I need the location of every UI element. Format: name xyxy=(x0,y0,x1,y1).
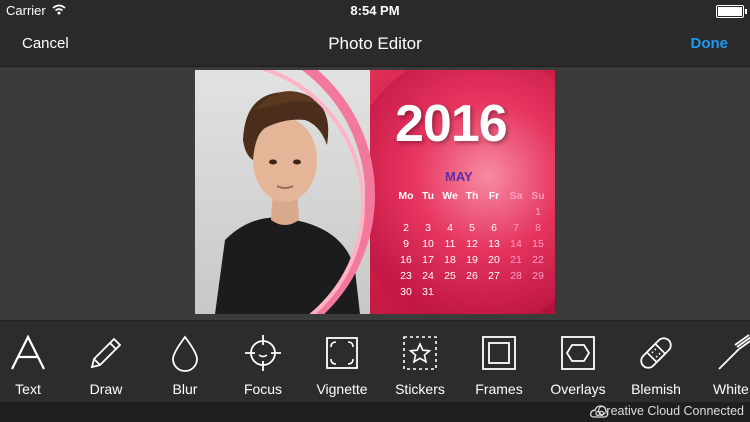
calendar-week-row: 23 24 25 26 27 28 29 xyxy=(395,270,551,286)
pencil-icon xyxy=(90,337,122,369)
calendar-day: 1 xyxy=(535,206,541,218)
calendar-week-row: 2 3 4 5 6 7 8 xyxy=(395,222,551,238)
battery-icon xyxy=(716,5,747,18)
calendar-month: MAY xyxy=(445,169,473,184)
weekday-label: We xyxy=(442,190,458,202)
calendar-day: 27 xyxy=(488,270,500,282)
calendar-day: 3 xyxy=(425,222,431,234)
tool-blemish[interactable]: Blemish xyxy=(616,321,696,403)
calendar-day: 16 xyxy=(400,254,412,266)
calendar-week-row: 9 10 11 12 13 14 15 xyxy=(395,238,551,254)
calendar-day: 7 xyxy=(513,222,519,234)
tool-blur[interactable]: Blur xyxy=(145,321,225,403)
calendar-day: 24 xyxy=(422,270,434,282)
tool-label: Vignette xyxy=(316,381,368,397)
tool-label: Blemish xyxy=(631,381,681,397)
tool-label: Text xyxy=(15,381,41,397)
weekday-label: Tu xyxy=(421,190,435,202)
calendar-day: 4 xyxy=(447,222,453,234)
calendar-day: 10 xyxy=(422,238,434,250)
calendar-day: 5 xyxy=(469,222,475,234)
text-icon xyxy=(11,334,45,370)
calendar-day: 8 xyxy=(535,222,541,234)
calendar-day: 14 xyxy=(510,238,522,250)
calendar-day: 17 xyxy=(422,254,434,266)
weekday-label: Sa xyxy=(509,190,523,202)
tool-draw[interactable]: Draw xyxy=(66,321,146,403)
calendar-day: 2 xyxy=(403,222,409,234)
calendar-year: 2016 xyxy=(395,95,508,153)
weekday-label: Th xyxy=(465,190,479,202)
crosshair-icon xyxy=(245,335,281,371)
calendar-week-row: 16 17 18 19 20 21 22 xyxy=(395,254,551,270)
calendar-day: 23 xyxy=(400,270,412,282)
calendar-day: 26 xyxy=(466,270,478,282)
drop-icon xyxy=(172,335,198,372)
vignette-icon xyxy=(326,337,358,369)
tool-label: Focus xyxy=(243,381,283,397)
calendar-day: 6 xyxy=(491,222,497,234)
tool-label: Blur xyxy=(172,381,198,397)
tool-label: Overlays xyxy=(550,381,606,397)
footer-bar: Creative Cloud Connected xyxy=(0,402,750,422)
calendar-day: 31 xyxy=(422,286,434,298)
brush-icon xyxy=(718,334,750,370)
tool-label: Stickers xyxy=(395,381,445,397)
status-bar: Carrier 8:54 PM xyxy=(0,0,750,22)
navigation-bar: Cancel Photo Editor Done xyxy=(0,22,750,67)
tool-overlays[interactable]: Overlays xyxy=(538,321,618,403)
calendar-day: 9 xyxy=(403,238,409,250)
page-title: Photo Editor xyxy=(328,34,422,53)
calendar-day: 25 xyxy=(444,270,456,282)
weekday-label: Fr xyxy=(488,190,500,202)
calendar-week-row: 30 31 xyxy=(395,286,551,302)
calendar-day: 22 xyxy=(532,254,544,266)
done-button[interactable]: Done xyxy=(691,35,729,52)
calendar-day: 11 xyxy=(444,238,456,250)
bandage-icon xyxy=(640,337,672,369)
calendar-grid: Mo Tu We Th Fr Sa Su 1 2 3 4 5 6 7 8 9 10 11 12 13 14 15 16 17 1… xyxy=(395,190,551,302)
tool-stickers[interactable]: Stickers xyxy=(380,321,460,403)
weekday-header-row: Mo Tu We Th Fr Sa Su xyxy=(395,190,551,206)
calendar-photo[interactable]: 2016 MAY Mo Tu We Th Fr Sa Su 1 2 3 4 5 6 7 8 9 10 11 12 13… xyxy=(195,70,555,314)
clock: 8:54 PM xyxy=(350,3,400,18)
tool-label: Draw xyxy=(89,381,123,397)
calendar-day: 20 xyxy=(488,254,500,266)
calendar-week-row: 1 xyxy=(395,206,551,222)
tool-label: White xyxy=(713,381,749,397)
calendar-day: 30 xyxy=(400,286,412,298)
calendar-day: 29 xyxy=(532,270,544,282)
tool-text[interactable]: Text xyxy=(0,321,68,403)
tools-toolbar: Text Draw Blur Focus Vignette Stickers F… xyxy=(0,320,750,403)
weekday-label: Mo xyxy=(398,190,414,202)
calendar-day: 13 xyxy=(488,238,500,250)
calendar-day: 18 xyxy=(444,254,456,266)
calendar-day: 19 xyxy=(466,254,478,266)
frame-icon xyxy=(482,336,516,370)
star-icon xyxy=(403,336,437,370)
creative-cloud-status: Creative Cloud Connected xyxy=(597,404,744,418)
calendar-day: 21 xyxy=(510,254,522,266)
tool-label: Frames xyxy=(475,381,523,397)
calendar-day: 28 xyxy=(510,270,522,282)
tool-whiten[interactable]: White xyxy=(695,321,750,403)
tool-vignette[interactable]: Vignette xyxy=(302,321,382,403)
calendar-day: 12 xyxy=(466,238,478,250)
hexagon-icon xyxy=(561,336,595,370)
tool-frames[interactable]: Frames xyxy=(459,321,539,403)
calendar-day: 15 xyxy=(532,238,544,250)
weekday-label: Su xyxy=(531,190,545,202)
tool-focus[interactable]: Focus xyxy=(223,321,303,403)
editor-canvas: 2016 MAY Mo Tu We Th Fr Sa Su 1 2 3 4 5 6 7 8 9 10 11 12 13… xyxy=(0,67,750,320)
